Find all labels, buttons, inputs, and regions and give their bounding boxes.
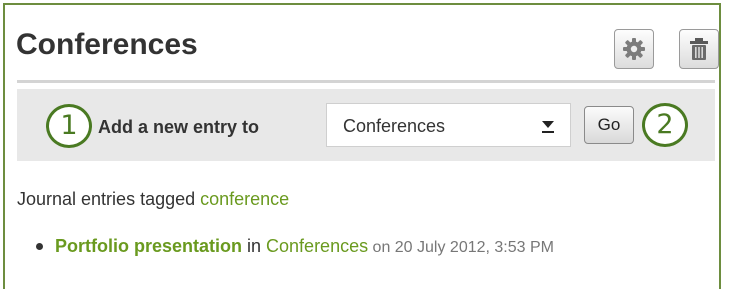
bullet-dot [36, 243, 43, 250]
go-button[interactable]: Go [584, 106, 634, 144]
journal-select[interactable]: Conferences [326, 103, 571, 147]
callout-marker-2: 2 [642, 103, 688, 147]
tagged-prefix-text: Journal entries tagged [17, 189, 201, 209]
title-divider [17, 80, 715, 83]
entry-list: Portfolio presentation in Conferences on… [27, 231, 707, 263]
dropdown-arrow-icon [542, 121, 554, 133]
journal-select-value: Conferences [343, 116, 446, 136]
tagged-entries-heading: Journal entries tagged conference [17, 189, 289, 209]
trash-icon [690, 38, 708, 60]
tag-link[interactable]: conference [200, 189, 289, 209]
callout-marker-1: 1 [46, 104, 92, 148]
add-entry-bar: 1 Add a new entry to Conferences Go 2 [17, 89, 715, 161]
entry-in-text: in [242, 236, 267, 256]
list-item: Portfolio presentation in Conferences on… [27, 231, 707, 263]
add-entry-label: Add a new entry to [98, 117, 260, 137]
delete-block-button[interactable] [679, 29, 719, 69]
configure-block-button[interactable] [614, 29, 654, 69]
entry-journal-link[interactable]: Conferences [266, 236, 368, 256]
entry-title-link[interactable]: Portfolio presentation [55, 236, 242, 256]
tagged-posts-block: Conferences 1 Add a new entry to Confere… [3, 3, 721, 289]
gear-icon [623, 38, 645, 60]
block-title: Conferences [16, 28, 198, 61]
entry-date: on 20 July 2012, 3:53 PM [368, 239, 554, 256]
